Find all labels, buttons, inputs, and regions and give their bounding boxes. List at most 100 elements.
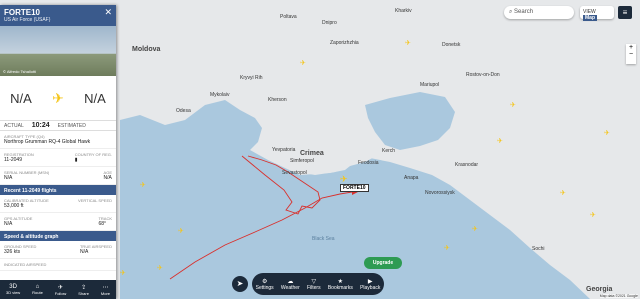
route-section: N/A ✈ N/A (0, 76, 116, 121)
aircraft-type-section: AIRCRAFT TYPE (Q4) Northrop Grumman RQ-4… (0, 131, 116, 149)
altitude-section: CALIBRATED ALTITUDE 53,000 ft VERTICAL SP… (0, 195, 116, 213)
flag-icon: ▮ (74, 157, 78, 163)
serial: N/A (4, 175, 13, 181)
map-label-poltava: Poltava (280, 14, 297, 20)
aircraft-icon[interactable]: ✈ (560, 190, 567, 197)
menu-icon[interactable]: ≡ (618, 6, 632, 19)
aircraft-icon[interactable]: ✈ (300, 60, 307, 67)
search-placeholder: Search (514, 9, 534, 15)
photo-credit: © Alfredo Tshallotti (3, 69, 37, 74)
view-value[interactable]: Map (583, 15, 597, 21)
map-label-sochi: Sochi (532, 246, 545, 252)
estimated-label: ESTIMATED (57, 122, 86, 129)
bookmarks-label: Bookmarks (327, 284, 353, 291)
map-label-mariupol: Mariupol (420, 82, 440, 88)
map-label-zaporizhzhia: Zaporizhzhia (330, 40, 359, 46)
map-label-yevpatoria: Yevpatoria (272, 147, 296, 153)
aircraft-icon[interactable]: ✈ (140, 182, 147, 189)
serial-section: SERIAL NUMBER (MSN) N/A AGE N/A (0, 167, 116, 185)
map-label-novorossiysk: Novorossiysk (425, 190, 455, 196)
map-label-rostov: Rostov-on-Don (466, 72, 500, 78)
bookmarks-button[interactable]: ★ Bookmarks (328, 278, 353, 291)
aircraft-icon[interactable]: ✈ (472, 226, 479, 233)
flight-operator: US Air Force (USAF) (4, 17, 51, 23)
aircraft-icon[interactable]: ✈ (510, 102, 517, 109)
origin: N/A (10, 90, 32, 106)
settings-button[interactable]: ⚙ Settings (256, 278, 274, 291)
map-label-sevastopol: Sevastopol (282, 170, 307, 176)
speed-section: GROUND SPEED 326 kts TRUE AIRSPEED N/A (0, 241, 116, 259)
aircraft-icon[interactable]: ✈ (157, 265, 164, 272)
playback-label: Playback (360, 284, 381, 291)
playback-icon: ▶ (367, 278, 373, 285)
weather-icon: ☁ (287, 278, 294, 285)
aircraft-icon[interactable]: ✈ (497, 138, 504, 145)
map-label-odesa: Odesa (176, 108, 191, 114)
filter-icon: ▽ (311, 278, 317, 285)
recent-flights-bar[interactable]: Recent 11-2049 flights (0, 185, 116, 195)
compass-icon[interactable]: ➤ (232, 276, 248, 292)
indicated-label: INDICATED AIRSPEED (4, 262, 47, 267)
indicated-section: INDICATED AIRSPEED (0, 259, 116, 271)
aircraft-icon[interactable]: ✈ (444, 245, 451, 252)
map-label-georgia: Georgia (586, 286, 613, 293)
aircraft-icon[interactable]: ✈ (590, 212, 597, 219)
aircraft-icon[interactable]: ✈ (405, 40, 412, 47)
filters-button[interactable]: ▽ Filters (307, 278, 321, 291)
route-label: Route (32, 290, 43, 295)
time-row: ACTUAL 10:24 ESTIMATED (0, 121, 116, 131)
aircraft-photo[interactable]: © Alfredo Tshallotti (0, 26, 116, 76)
3d-view-button[interactable]: 3D 3D view (6, 284, 20, 295)
share-button[interactable]: ⇪ Share (78, 284, 89, 296)
map-label-kherson: Kherson (268, 97, 287, 103)
weather-label: Weather (280, 284, 300, 291)
search-input[interactable]: ⌕ Search (504, 6, 574, 19)
flight-details-panel: FORTE10 US Air Force (USAF) ✕ © Alfredo … (0, 5, 116, 299)
panel-footer: 3D 3D view ⌂ Route ✈ Follow ⇪ Share ⋯ More (0, 280, 116, 299)
map-label-anapa: Anapa (404, 175, 419, 181)
bookmark-icon: ★ (337, 278, 344, 285)
view-toggle[interactable]: VIEW Map (580, 6, 614, 21)
aircraft-map-label[interactable]: FORTE10 (340, 184, 369, 192)
map-label-moldova: Moldova (132, 46, 161, 53)
speed-graph-bar[interactable]: Speed & altitude graph (0, 231, 116, 241)
selected-aircraft-icon[interactable]: ✈ (340, 175, 348, 184)
close-icon[interactable]: ✕ (104, 7, 112, 18)
follow-button[interactable]: ✈ Follow (55, 284, 67, 296)
aircraft-icon[interactable]: ✈ (120, 270, 127, 277)
route-button[interactable]: ⌂ Route (32, 284, 43, 295)
zoom-control[interactable]: + − (626, 44, 636, 64)
playback-button[interactable]: ▶ Playback (360, 278, 380, 291)
map-label-feodosia: Feodosia (358, 160, 379, 166)
aircraft-icon[interactable]: ✈ (178, 228, 185, 235)
map-label-kryvyi: Kryvyi Rih (240, 75, 263, 81)
aircraft-type: Northrop Grumman RQ-4 Global Hawk (4, 139, 91, 145)
actual-time: 10:24 (31, 122, 50, 129)
zoom-in-button[interactable]: + (626, 44, 636, 51)
upgrade-button[interactable]: Upgrade (364, 257, 402, 269)
map-label-kharkiv: Kharkiv (395, 8, 412, 14)
weather-button[interactable]: ☁ Weather (281, 278, 300, 291)
zoom-out-button[interactable]: − (626, 51, 636, 58)
registration-section: REGISTRATION 11-2049 COUNTRY OF REG. ▮ (0, 149, 116, 167)
map-label-kerch: Kerch (382, 148, 396, 154)
settings-icon: ⚙ (261, 278, 268, 285)
map-label-krasnodar: Krasnodar (455, 162, 479, 168)
destination: N/A (84, 90, 106, 106)
follow-label: Follow (54, 290, 67, 296)
share-icon: ⇪ (81, 284, 87, 291)
map-label-donetsk: Donetsk (442, 42, 461, 48)
settings-label: Settings (255, 284, 274, 291)
plane-icon: ✈ (52, 89, 64, 106)
filters-label: Filters (306, 284, 321, 291)
more-button[interactable]: ⋯ More (101, 284, 110, 296)
map-label-crimea: Crimea (300, 150, 324, 157)
registration: 11-2049 (4, 157, 22, 163)
more-label: More (100, 290, 111, 296)
ground-speed: 326 kts (4, 249, 21, 255)
actual-label: ACTUAL (4, 122, 24, 129)
map-label-dnipro: Dnipro (322, 20, 337, 26)
map-label-simferopol: Simferopol (290, 158, 314, 164)
aircraft-icon[interactable]: ✈ (604, 130, 611, 137)
follow-icon: ✈ (58, 284, 64, 291)
